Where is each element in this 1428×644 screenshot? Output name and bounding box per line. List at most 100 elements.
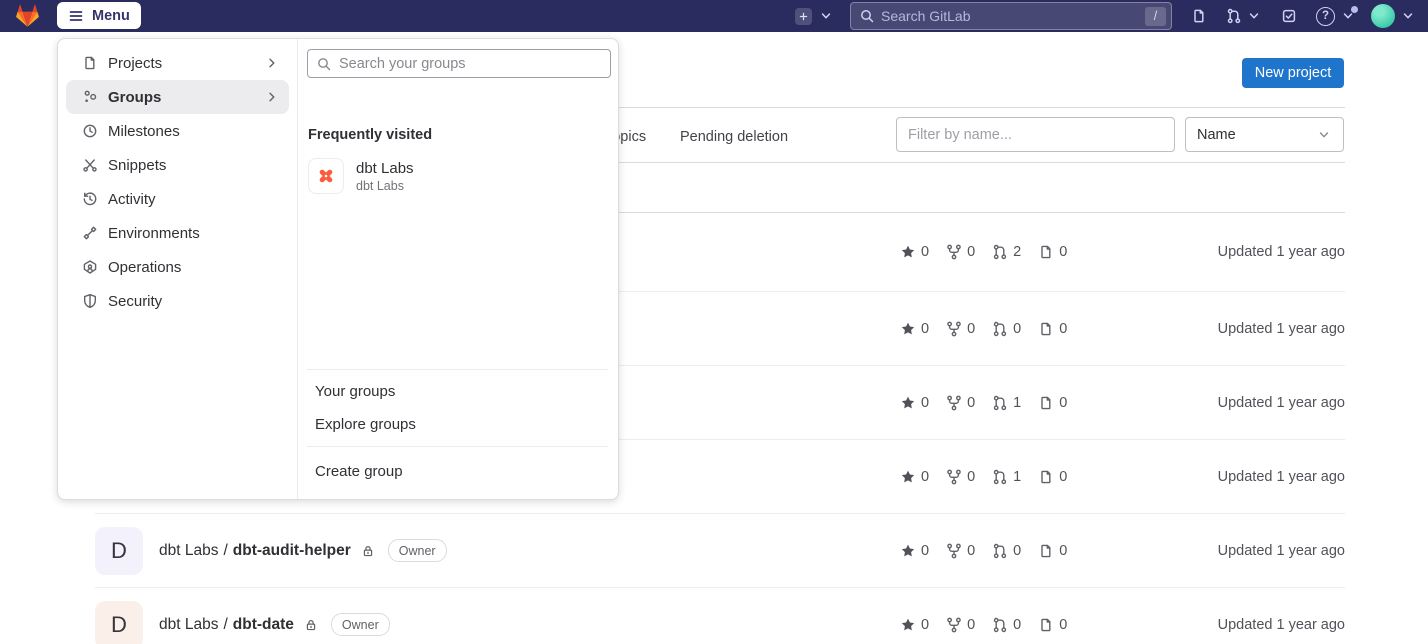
fork-icon [946, 244, 962, 260]
notification-dot [1350, 5, 1359, 14]
chevron-down-icon [818, 8, 834, 24]
issue-count[interactable]: 0 [1038, 244, 1067, 260]
star-count[interactable]: 0 [900, 469, 929, 485]
menu-item-groups[interactable]: Groups [66, 80, 289, 114]
new-menu-button[interactable] [795, 8, 834, 25]
issues-icon [1038, 321, 1054, 337]
issue-count[interactable]: 0 [1038, 617, 1067, 633]
merge-request-icon [992, 543, 1008, 559]
global-search-input[interactable] [875, 8, 1145, 24]
chevron-right-icon [264, 89, 280, 105]
project-namespace[interactable]: dbt Labs [159, 616, 218, 634]
scissors-icon [82, 157, 98, 173]
star-count[interactable]: 0 [900, 244, 929, 260]
owner-badge: Owner [388, 539, 447, 562]
project-name[interactable]: dbt-audit-helper [233, 542, 351, 560]
menu-item-snippets[interactable]: Snippets [66, 148, 289, 182]
project-avatar[interactable]: D [95, 601, 143, 644]
groups-icon [82, 89, 98, 105]
merge-request-count[interactable]: 1 [992, 469, 1021, 485]
merge-request-count[interactable]: 0 [992, 617, 1021, 633]
sort-dropdown[interactable]: Name [1185, 117, 1344, 152]
merge-request-count[interactable]: 1 [992, 395, 1021, 411]
issue-count[interactable]: 0 [1038, 321, 1067, 337]
path-separator: / [223, 542, 227, 560]
todos-nav-button[interactable] [1281, 8, 1297, 24]
project-title: dbt Labs / dbt-audit-helper Owner [159, 539, 447, 562]
project-row[interactable]: D dbt Labs / dbt-date Owner 0 0 0 0 Upda… [95, 588, 1345, 644]
lock-icon [304, 618, 318, 632]
fork-icon [946, 543, 962, 559]
menu-item-environments[interactable]: Environments [66, 216, 289, 250]
environments-icon [82, 225, 98, 241]
star-count[interactable]: 0 [900, 395, 929, 411]
project-row[interactable]: D dbt Labs / dbt-audit-helper Owner 0 0 … [95, 514, 1345, 588]
issues-icon [1038, 469, 1054, 485]
groups-search-input[interactable] [332, 56, 610, 72]
issue-count[interactable]: 0 [1038, 469, 1067, 485]
user-menu-button[interactable] [1371, 4, 1416, 28]
fork-count[interactable]: 0 [946, 617, 975, 633]
issues-icon [1038, 395, 1054, 411]
frequent-group-dbt-labs[interactable]: dbt Labs dbt Labs [308, 152, 608, 200]
issues-icon [1038, 244, 1054, 260]
explore-groups-link[interactable]: Explore groups [307, 408, 608, 441]
fork-count[interactable]: 0 [946, 395, 975, 411]
top-navbar: Menu / ? [0, 0, 1428, 32]
user-avatar [1371, 4, 1395, 28]
issue-count[interactable]: 0 [1038, 543, 1067, 559]
clock-icon [82, 123, 98, 139]
fork-count[interactable]: 0 [946, 543, 975, 559]
tab-pending-deletion[interactable]: Pending deletion [680, 129, 788, 145]
filter-by-name-input[interactable] [896, 117, 1175, 152]
menu-button[interactable]: Menu [57, 2, 141, 29]
dbt-labs-logo-icon [308, 158, 344, 194]
lock-icon [361, 544, 375, 558]
plus-icon [795, 8, 812, 25]
star-count[interactable]: 0 [900, 617, 929, 633]
fork-count[interactable]: 0 [946, 469, 975, 485]
menu-item-security[interactable]: Security [66, 284, 289, 318]
menu-item-activity[interactable]: Activity [66, 182, 289, 216]
project-avatar[interactable]: D [95, 527, 143, 575]
merge-request-count[interactable]: 0 [992, 321, 1021, 337]
your-groups-link[interactable]: Your groups [307, 375, 608, 408]
create-group-link[interactable]: Create group [307, 455, 608, 488]
project-doc-icon [82, 55, 98, 71]
merge-request-icon [992, 321, 1008, 337]
merge-request-count[interactable]: 0 [992, 543, 1021, 559]
help-nav-button[interactable]: ? [1316, 7, 1356, 26]
menu-item-operations[interactable]: Operations [66, 250, 289, 284]
fork-icon [946, 321, 962, 337]
navbar-right-cluster: / ? [795, 0, 1416, 32]
project-namespace[interactable]: dbt Labs [159, 542, 218, 560]
chevron-down-icon [1316, 127, 1332, 143]
new-project-button[interactable]: New project [1242, 58, 1344, 88]
chevron-down-icon [1400, 8, 1416, 24]
search-icon [859, 8, 875, 24]
menu-button-label: Menu [92, 8, 130, 24]
issue-count[interactable]: 0 [1038, 395, 1067, 411]
global-search[interactable]: / [850, 2, 1172, 30]
operations-icon [82, 259, 98, 275]
divider [307, 369, 608, 370]
merge-request-icon [992, 244, 1008, 260]
groups-search[interactable] [307, 49, 611, 78]
star-count[interactable]: 0 [900, 543, 929, 559]
merge-request-count[interactable]: 2 [992, 244, 1021, 260]
merge-request-icon [1226, 8, 1242, 24]
issues-icon [1191, 8, 1207, 24]
group-title: dbt Labs [356, 159, 414, 178]
owner-badge: Owner [331, 613, 390, 636]
menu-item-milestones[interactable]: Milestones [66, 114, 289, 148]
project-name[interactable]: dbt-date [233, 616, 294, 634]
history-icon [82, 191, 98, 207]
fork-count[interactable]: 0 [946, 321, 975, 337]
gitlab-app: Menu / ? [0, 0, 1428, 644]
menu-item-projects[interactable]: Projects [66, 46, 289, 80]
merge-requests-nav-button[interactable] [1226, 8, 1262, 24]
gitlab-logo-icon[interactable] [14, 3, 41, 29]
issues-nav-button[interactable] [1191, 8, 1207, 24]
fork-count[interactable]: 0 [946, 244, 975, 260]
star-count[interactable]: 0 [900, 321, 929, 337]
